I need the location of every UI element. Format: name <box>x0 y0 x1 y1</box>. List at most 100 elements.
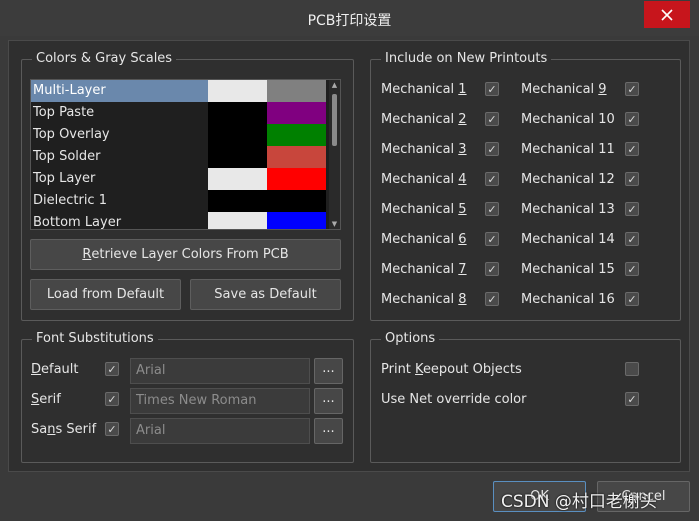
font-browse-button[interactable]: ... <box>314 358 343 384</box>
layer-row[interactable]: Top Layer <box>31 168 331 190</box>
mechanical-label-prefix: Mechanical <box>521 112 599 127</box>
layer-color-swatch[interactable] <box>208 80 267 102</box>
layer-gray-swatch[interactable] <box>267 190 326 212</box>
mechanical-label[interactable]: Mechanical 4 <box>381 172 467 187</box>
mechanical-checkbox[interactable]: ✓ <box>485 142 499 156</box>
mechanical-checkbox[interactable]: ✓ <box>485 172 499 186</box>
layer-color-swatch[interactable] <box>208 146 267 168</box>
mechanical-checkbox[interactable]: ✓ <box>625 142 639 156</box>
mechanical-checkbox[interactable]: ✓ <box>625 112 639 126</box>
font-row-label[interactable]: Default <box>31 362 79 377</box>
layer-color-swatch[interactable] <box>208 124 267 146</box>
mechanical-checkbox[interactable]: ✓ <box>625 262 639 276</box>
font-label-part: efault <box>41 362 79 377</box>
scroll-up-icon[interactable]: ▲ <box>329 80 340 90</box>
mechanical-label[interactable]: Mechanical 15 <box>521 262 615 277</box>
layer-row[interactable]: Bottom Layer <box>31 212 331 229</box>
layer-color-swatch[interactable] <box>208 168 267 190</box>
scroll-thumb[interactable] <box>332 94 337 146</box>
layer-row[interactable]: Dielectric 1 <box>31 190 331 212</box>
layer-row[interactable]: Top Paste <box>31 102 331 124</box>
retrieve-layer-colors-button[interactable]: Retrieve Layer Colors From PCB <box>30 239 341 270</box>
mechanical-checkbox[interactable]: ✓ <box>485 82 499 96</box>
mechanical-checkbox[interactable]: ✓ <box>625 202 639 216</box>
layer-row[interactable]: Top Overlay <box>31 124 331 146</box>
layer-name: Top Layer <box>33 171 96 186</box>
font-row-label[interactable]: Sans Serif <box>31 422 96 437</box>
font-browse-button[interactable]: ... <box>314 388 343 414</box>
layer-gray-swatch[interactable] <box>267 146 326 168</box>
net-override-label[interactable]: Use Net override color <box>381 392 526 407</box>
font-row-checkbox[interactable]: ✓ <box>105 392 119 406</box>
mechanical-label-number: 8 <box>458 292 467 307</box>
close-button[interactable] <box>644 1 690 28</box>
mechanical-label[interactable]: Mechanical 6 <box>381 232 467 247</box>
mechanical-checkbox[interactable]: ✓ <box>625 172 639 186</box>
load-from-default-button[interactable]: Load from Default <box>30 279 181 310</box>
mechanical-checkbox[interactable]: ✓ <box>485 202 499 216</box>
layer-row[interactable]: Multi-Layer <box>31 80 331 102</box>
mechanical-label[interactable]: Mechanical 8 <box>381 292 467 307</box>
layer-color-swatch[interactable] <box>208 102 267 124</box>
mechanical-label[interactable]: Mechanical 10 <box>521 112 615 127</box>
mechanical-label-number: 1 <box>458 82 467 97</box>
layer-gray-swatch[interactable] <box>267 124 326 146</box>
layer-gray-swatch[interactable] <box>267 212 326 229</box>
layer-color-swatch[interactable] <box>208 190 267 212</box>
font-row-checkbox[interactable]: ✓ <box>105 422 119 436</box>
fonts-group-legend: Font Substitutions <box>32 331 158 347</box>
layer-color-swatch[interactable] <box>208 212 267 229</box>
mechanical-label[interactable]: Mechanical 2 <box>381 112 467 127</box>
retrieve-hotkey: R <box>82 247 92 262</box>
mechanical-checkbox[interactable]: ✓ <box>485 292 499 306</box>
layer-row[interactable]: Top Solder <box>31 146 331 168</box>
mechanical-checkbox[interactable]: ✓ <box>485 112 499 126</box>
mechanical-label-number: 11 <box>598 142 615 157</box>
mechanical-checkbox[interactable]: ✓ <box>625 232 639 246</box>
printouts-group: Include on New Printouts <box>370 51 681 321</box>
print-keepout-label[interactable]: Print Keepout Objects <box>381 362 522 377</box>
keepout-label-post: eepout Objects <box>422 362 522 377</box>
mechanical-label[interactable]: Mechanical 13 <box>521 202 615 217</box>
mechanical-label-number: 15 <box>598 262 615 277</box>
layer-gray-swatch[interactable] <box>267 168 326 190</box>
layer-list-scrollbar[interactable]: ▲ ▼ <box>329 80 340 229</box>
font-row-label[interactable]: Serif <box>31 392 61 407</box>
mechanical-label[interactable]: Mechanical 7 <box>381 262 467 277</box>
font-browse-button[interactable]: ... <box>314 418 343 444</box>
scroll-down-icon[interactable]: ▼ <box>329 219 340 229</box>
mechanical-label[interactable]: Mechanical 11 <box>521 142 615 157</box>
save-as-default-button[interactable]: Save as Default <box>190 279 341 310</box>
print-keepout-checkbox[interactable] <box>625 362 639 376</box>
mechanical-label[interactable]: Mechanical 3 <box>381 142 467 157</box>
layer-gray-swatch[interactable] <box>267 80 326 102</box>
colors-group-legend: Colors & Gray Scales <box>32 51 177 67</box>
mechanical-label-prefix: Mechanical <box>381 142 459 157</box>
font-name-field[interactable]: Times New Roman <box>130 388 310 414</box>
mechanical-label-number: 2 <box>458 112 467 127</box>
layer-color-list[interactable]: Bottom Layer Dielectric 1 Top Layer Top Sol… <box>30 79 341 230</box>
mechanical-label[interactable]: Mechanical 5 <box>381 202 467 217</box>
window-title: PCB打印设置 <box>307 13 392 29</box>
mechanical-checkbox[interactable]: ✓ <box>625 292 639 306</box>
mechanical-label-prefix: Mechanical <box>521 142 599 157</box>
mechanical-label[interactable]: Mechanical 12 <box>521 172 615 187</box>
mechanical-checkbox[interactable]: ✓ <box>485 262 499 276</box>
font-label-part: s Serif <box>55 422 97 437</box>
mechanical-label[interactable]: Mechanical 1 <box>381 82 467 97</box>
mechanical-label[interactable]: Mechanical 9 <box>521 82 607 97</box>
mechanical-checkbox[interactable]: ✓ <box>485 232 499 246</box>
mechanical-label-number: 12 <box>598 172 615 187</box>
layer-gray-swatch[interactable] <box>267 102 326 124</box>
net-override-checkbox[interactable]: ✓ <box>625 392 639 406</box>
mechanical-label[interactable]: Mechanical 14 <box>521 232 615 247</box>
layer-name: Top Overlay <box>33 127 110 142</box>
mechanical-label[interactable]: Mechanical 16 <box>521 292 615 307</box>
title-bar: PCB打印设置 <box>0 0 699 36</box>
mechanical-label-prefix: Mechanical <box>381 82 459 97</box>
mechanical-checkbox[interactable]: ✓ <box>625 82 639 96</box>
font-name-field[interactable]: Arial <box>130 418 310 444</box>
font-row-checkbox[interactable]: ✓ <box>105 362 119 376</box>
mechanical-label-prefix: Mechanical <box>521 292 599 307</box>
font-name-field[interactable]: Arial <box>130 358 310 384</box>
